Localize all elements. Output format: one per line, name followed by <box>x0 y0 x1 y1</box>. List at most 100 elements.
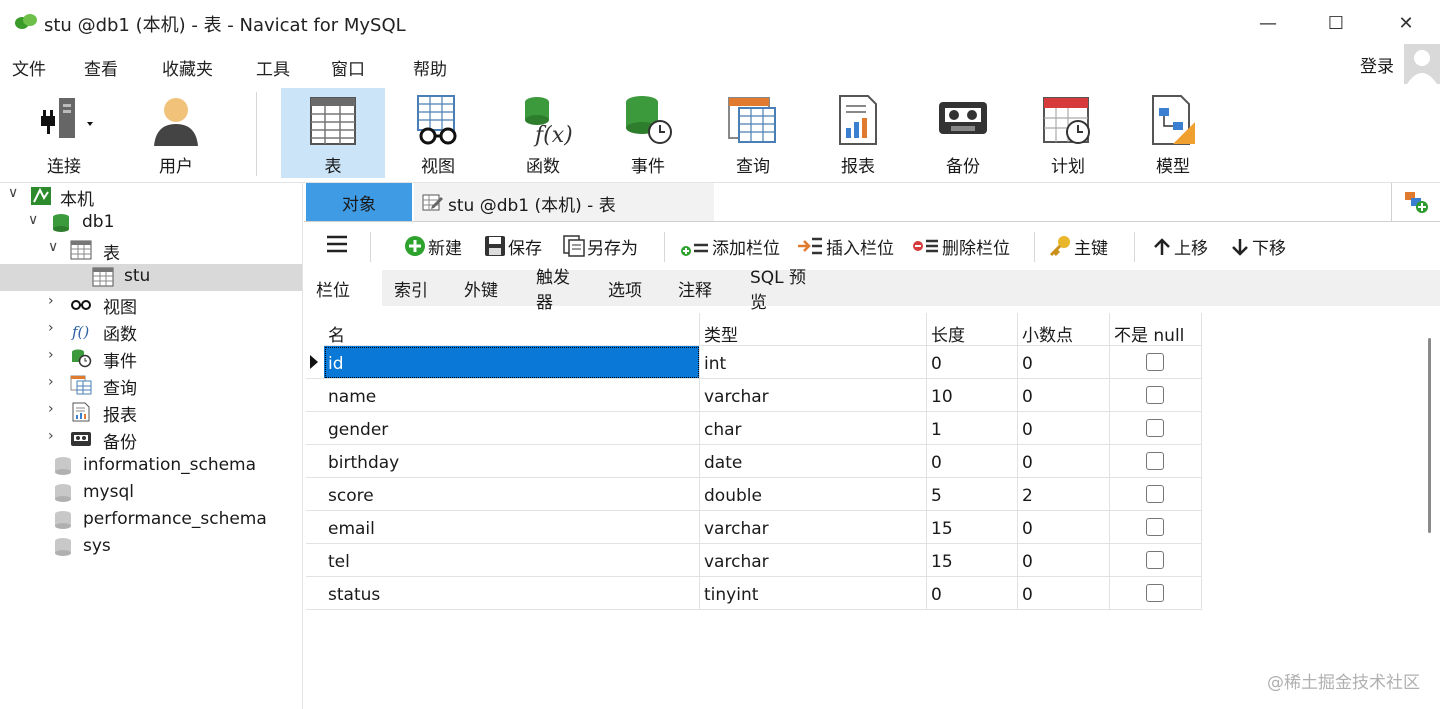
field-decimals-cell[interactable]: 0 <box>1018 445 1110 478</box>
menu-view[interactable]: 查看 <box>84 55 118 80</box>
insert-field-button[interactable]: 插入栏位 <box>796 234 894 259</box>
chevron-down-icon[interactable]: ∨ <box>48 239 58 255</box>
toolbar-function-button[interactable]: f(x) 函数 <box>491 88 595 178</box>
tree-item-connection[interactable]: ∨ 本机 <box>0 183 302 210</box>
toolbar-model-button[interactable]: 模型 <box>1121 88 1225 178</box>
not-null-checkbox[interactable] <box>1146 551 1164 569</box>
chevron-right-icon[interactable]: › <box>48 320 54 336</box>
field-not-null-cell[interactable] <box>1110 544 1202 577</box>
not-null-checkbox[interactable] <box>1146 584 1164 602</box>
not-null-checkbox[interactable] <box>1146 353 1164 371</box>
field-length-cell[interactable]: 10 <box>927 379 1018 412</box>
tree-item-mysql[interactable]: mysql <box>0 480 302 507</box>
field-decimals-cell[interactable]: 0 <box>1018 379 1110 412</box>
delete-field-button[interactable]: 删除栏位 <box>912 234 1010 259</box>
field-type-cell[interactable]: varchar <box>700 379 927 412</box>
chevron-down-icon[interactable]: ∨ <box>28 212 38 228</box>
toolbar-user-button[interactable]: 用户 <box>124 88 228 178</box>
field-decimals-cell[interactable]: 0 <box>1018 577 1110 610</box>
tree-item-stu[interactable]: stu <box>0 264 302 291</box>
tab-objects[interactable]: 对象 <box>306 183 412 221</box>
row-selector[interactable] <box>306 346 324 379</box>
field-type-cell[interactable]: varchar <box>700 511 927 544</box>
toolbar-event-button[interactable]: 事件 <box>596 88 700 178</box>
toolbar-connection-button[interactable]: 连接 <box>12 88 116 178</box>
tree-item-reports[interactable]: › 报表 <box>0 399 302 426</box>
field-type-cell[interactable]: char <box>700 412 927 445</box>
row-selector[interactable] <box>306 478 324 511</box>
menu-window[interactable]: 窗口 <box>331 55 365 80</box>
chevron-right-icon[interactable]: › <box>48 293 54 309</box>
tab-sql-preview[interactable]: SQL 预览 <box>738 268 834 313</box>
row-selector[interactable] <box>306 412 324 445</box>
field-name-cell[interactable]: tel <box>324 544 700 577</box>
not-null-checkbox[interactable] <box>1146 419 1164 437</box>
tab-foreign-keys[interactable]: 外键 <box>452 270 524 306</box>
field-not-null-cell[interactable] <box>1110 478 1202 511</box>
field-not-null-cell[interactable] <box>1110 412 1202 445</box>
tab-options[interactable]: 选项 <box>596 270 666 306</box>
not-null-checkbox[interactable] <box>1146 386 1164 404</box>
tab-comments[interactable]: 注释 <box>666 270 736 306</box>
field-decimals-cell[interactable]: 2 <box>1018 478 1110 511</box>
column-header[interactable]: 类型 <box>700 313 927 346</box>
tree-item-events[interactable]: › 事件 <box>0 345 302 372</box>
toolbar-table-button[interactable]: 表 <box>281 88 385 178</box>
scrollbar-thumb[interactable] <box>1428 338 1431 533</box>
save-button[interactable]: 保存 <box>484 234 542 259</box>
move-down-button[interactable]: 下移 <box>1230 234 1286 259</box>
menu-help[interactable]: 帮助 <box>413 55 447 80</box>
field-length-cell[interactable]: 15 <box>927 511 1018 544</box>
toolbar-view-button[interactable]: 视图 <box>386 88 490 178</box>
field-not-null-cell[interactable] <box>1110 445 1202 478</box>
chevron-right-icon[interactable]: › <box>48 401 54 417</box>
field-type-cell[interactable]: int <box>700 346 927 379</box>
tab-table-designer[interactable]: stu @db1 (本机) - 表 <box>414 183 714 221</box>
column-header[interactable]: 不是 null <box>1110 313 1202 346</box>
tree-item-views[interactable]: › 视图 <box>0 291 302 318</box>
row-selector[interactable] <box>306 511 324 544</box>
not-null-checkbox[interactable] <box>1146 518 1164 536</box>
tree-item-queries[interactable]: › 查询 <box>0 372 302 399</box>
tree-item-tables[interactable]: ∨ 表 <box>0 237 302 264</box>
tree-item-sys[interactable]: sys <box>0 534 302 561</box>
row-selector[interactable] <box>306 445 324 478</box>
column-header[interactable]: 名 <box>324 313 700 346</box>
tree-item-performance-schema[interactable]: performance_schema <box>0 507 302 534</box>
row-selector[interactable] <box>306 379 324 412</box>
tree-item-functions[interactable]: › f() 函数 <box>0 318 302 345</box>
chevron-right-icon[interactable]: › <box>48 428 54 444</box>
toolbar-report-button[interactable]: 报表 <box>806 88 910 178</box>
menu-file[interactable]: 文件 <box>12 55 46 80</box>
vertical-scrollbar[interactable] <box>1420 313 1440 709</box>
field-name-cell[interactable]: id <box>324 346 700 379</box>
save-as-button[interactable]: 另存为 <box>563 234 638 259</box>
field-length-cell[interactable]: 0 <box>927 346 1018 379</box>
field-name-cell[interactable]: birthday <box>324 445 700 478</box>
row-selector[interactable] <box>306 577 324 610</box>
not-null-checkbox[interactable] <box>1146 452 1164 470</box>
column-header[interactable]: 小数点 <box>1018 313 1110 346</box>
not-null-checkbox[interactable] <box>1146 485 1164 503</box>
chevron-down-icon[interactable]: ∨ <box>8 185 18 201</box>
field-not-null-cell[interactable] <box>1110 511 1202 544</box>
minimize-button[interactable]: — <box>1248 8 1288 38</box>
maximize-button[interactable]: ☐ <box>1316 8 1356 38</box>
menu-tools[interactable]: 工具 <box>256 55 290 80</box>
toolbar-schedule-button[interactable]: 计划 <box>1016 88 1120 178</box>
toolbar-backup-button[interactable]: 备份 <box>911 88 1015 178</box>
close-button[interactable]: ✕ <box>1386 8 1426 38</box>
field-not-null-cell[interactable] <box>1110 346 1202 379</box>
field-type-cell[interactable]: double <box>700 478 927 511</box>
primary-key-button[interactable]: 主键 <box>1048 234 1108 259</box>
tab-triggers[interactable]: 触发器 <box>524 268 596 313</box>
field-name-cell[interactable]: score <box>324 478 700 511</box>
hamburger-menu-icon[interactable] <box>326 234 348 259</box>
column-header[interactable]: 长度 <box>927 313 1018 346</box>
chevron-right-icon[interactable]: › <box>48 374 54 390</box>
tree-item-db1[interactable]: ∨ db1 <box>0 210 302 237</box>
field-type-cell[interactable]: date <box>700 445 927 478</box>
menu-favorites[interactable]: 收藏夹 <box>162 55 213 80</box>
tab-indexes[interactable]: 索引 <box>382 270 452 306</box>
field-decimals-cell[interactable]: 0 <box>1018 346 1110 379</box>
